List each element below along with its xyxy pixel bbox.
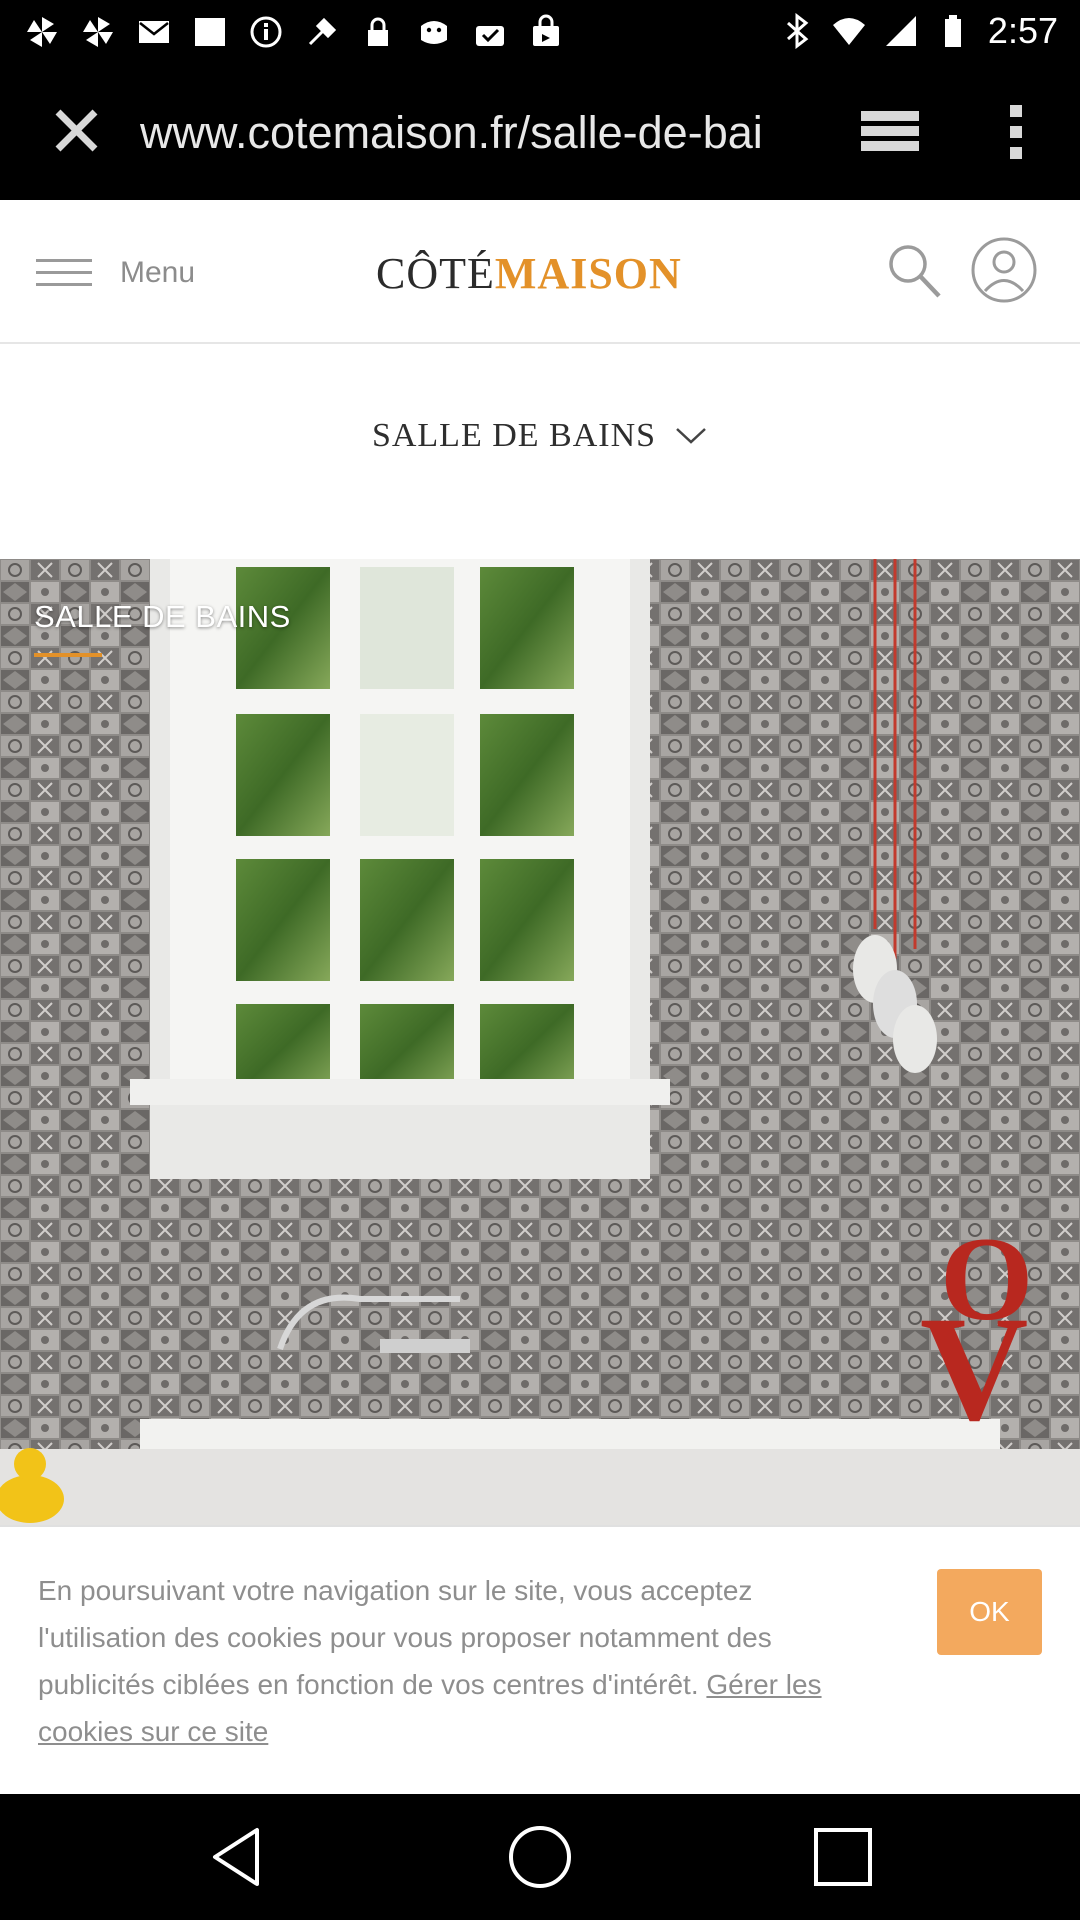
fake-gps-icon [308,17,337,46]
signal-icon [885,16,916,46]
lock-icon [368,17,388,46]
more-options-icon[interactable] [990,101,1042,163]
reader-mode-icon[interactable] [855,101,925,161]
cookie-message: En poursuivant votre navigation sur le s… [38,1567,878,1755]
bathroom-photo: V O [0,559,1080,1525]
notification-icons [24,12,564,52]
site-logo[interactable]: CÔTÉ MAISON [376,248,682,308]
logo-text-maison: MAISON [494,249,682,298]
chevron-down-icon [676,428,706,444]
system-navigation-bar [0,1794,1080,1920]
system-icons: 2:57 [780,8,1058,54]
user-account-icon[interactable] [970,236,1038,304]
shopping-bag-icon [533,14,559,46]
back-icon[interactable] [203,1822,273,1892]
info-icon [250,16,282,48]
section-dropdown[interactable]: SALLE DE BAINS [0,406,1080,466]
battery-icon [944,15,961,47]
email-icon [139,21,169,43]
menu-label: Menu [120,256,196,289]
wifi-icon [832,18,865,45]
bag-check-icon [476,26,504,46]
hero-image[interactable]: V O SALLE DE BAINS [0,559,1080,1525]
close-icon[interactable] [40,101,114,161]
bluetooth-icon [786,13,809,49]
browser-toolbar: www.cotemaison.fr/salle-de-bai [0,63,1080,263]
logo-text-cote: CÔTÉ [376,249,495,298]
hero-label-underline [34,653,102,657]
cookie-banner: En poursuivant votre navigation sur le s… [0,1525,1080,1794]
image-icon [195,18,225,46]
section-title: SALLE DE BAINS [371,417,657,454]
hero-category-label[interactable]: SALLE DE BAINS [34,599,291,635]
pinwheel-icon [27,17,57,47]
svg-text:O: O [940,1212,1033,1345]
recents-icon[interactable] [808,1822,878,1892]
status-bar: 2:57 [0,0,1080,63]
site-header: Menu CÔTÉ MAISON [0,200,1080,344]
clock: 2:57 [987,10,1058,51]
cookie-message-text: En poursuivant votre navigation sur le s… [38,1575,772,1700]
search-icon[interactable] [884,240,944,302]
home-icon[interactable] [505,1822,575,1892]
cookie-ok-button[interactable]: OK [937,1569,1042,1655]
web-content: Menu CÔTÉ MAISON SALLE DE BAINS V O SALL… [0,200,1080,1794]
bag-icon [421,21,447,44]
hamburger-menu-icon [36,255,96,291]
url-field[interactable]: www.cotemaison.fr/salle-de-bai [140,103,810,163]
pinwheel-icon [83,17,113,47]
menu-button[interactable]: Menu [36,248,216,298]
